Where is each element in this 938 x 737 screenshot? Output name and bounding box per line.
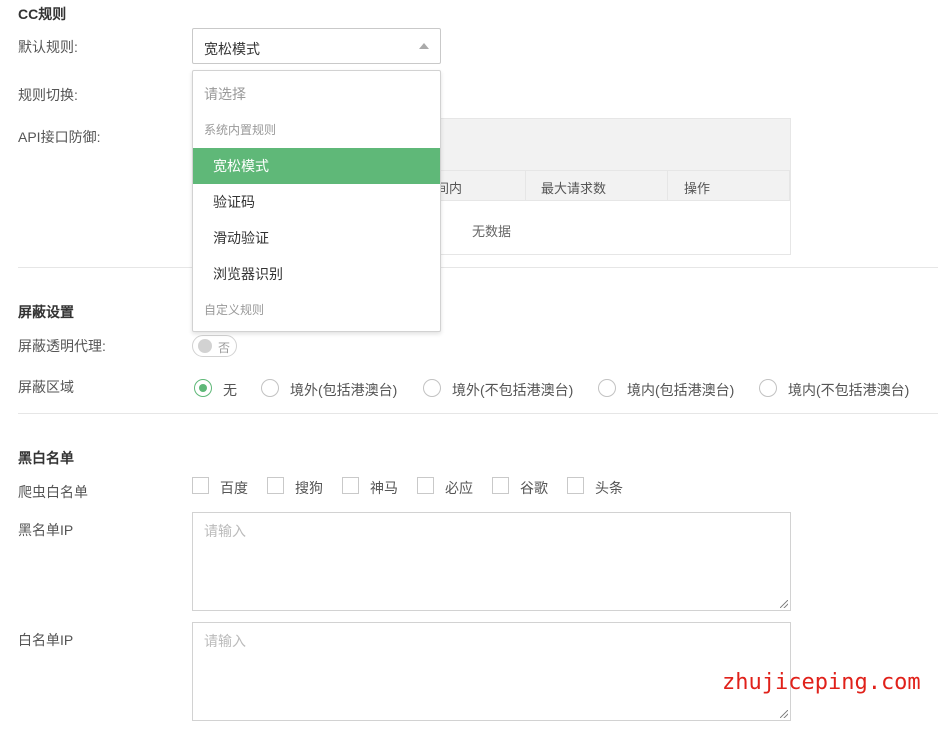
dropdown-option-captcha[interactable]: 验证码 bbox=[193, 184, 440, 220]
radio-label: 无 bbox=[223, 382, 237, 398]
default-rule-value: 宽松模式 bbox=[204, 41, 260, 57]
radio-icon bbox=[261, 379, 279, 397]
dropdown-option-loose[interactable]: 宽松模式 bbox=[193, 148, 440, 184]
radio-label: 境内(包括港澳台) bbox=[627, 382, 735, 398]
crawler-whitelist-label: 爬虫白名单 bbox=[18, 484, 88, 500]
block-proxy-label: 屏蔽透明代理: bbox=[18, 338, 106, 354]
resize-handle-icon[interactable] bbox=[780, 710, 788, 718]
radio-checked-icon bbox=[194, 379, 212, 397]
whitelist-ip-textarea[interactable]: 请输入 bbox=[192, 622, 791, 721]
textarea-placeholder: 请输入 bbox=[204, 633, 246, 649]
rule-switch-label: 规则切换: bbox=[18, 87, 78, 103]
whitelist-ip-label: 白名单IP bbox=[18, 632, 74, 648]
table-header-action: 操作 bbox=[684, 181, 711, 196]
default-rule-select[interactable]: 宽松模式 bbox=[192, 28, 441, 64]
checkbox-icon bbox=[267, 477, 284, 494]
checkbox-label: 必应 bbox=[445, 480, 473, 496]
radio-label: 境内(不包括港澳台) bbox=[788, 382, 910, 398]
dropdown-option-browser[interactable]: 浏览器识别 bbox=[193, 256, 440, 292]
lists-section-title: 黑白名单 bbox=[18, 450, 74, 466]
caret-up-icon bbox=[419, 43, 429, 49]
checkbox-label: 谷歌 bbox=[520, 480, 548, 496]
toggle-text: 否 bbox=[218, 341, 231, 355]
radio-icon bbox=[423, 379, 441, 397]
blacklist-ip-label: 黑名单IP bbox=[18, 522, 74, 538]
checkbox-icon bbox=[492, 477, 509, 494]
block-proxy-toggle[interactable]: 否 bbox=[192, 335, 237, 357]
dropdown-group-custom: 自定义规则 bbox=[204, 303, 265, 317]
table-col-divider bbox=[789, 171, 790, 200]
checkbox-icon bbox=[342, 477, 359, 494]
resize-handle-icon[interactable] bbox=[780, 600, 788, 608]
table-col-divider bbox=[667, 171, 668, 200]
dropdown-group-system: 系统内置规则 bbox=[204, 123, 277, 137]
table-col-divider bbox=[525, 171, 526, 200]
dropdown-option-slider[interactable]: 滑动验证 bbox=[193, 220, 440, 256]
checkbox-icon bbox=[192, 477, 209, 494]
table-header-max-requests: 最大请求数 bbox=[541, 181, 607, 196]
default-rule-label: 默认规则: bbox=[18, 39, 78, 55]
dropdown-placeholder[interactable]: 请选择 bbox=[193, 76, 440, 112]
checkbox-icon bbox=[417, 477, 434, 494]
textarea-placeholder: 请输入 bbox=[204, 523, 246, 539]
radio-icon bbox=[598, 379, 616, 397]
rule-dropdown-menu: 请选择 系统内置规则 宽松模式 验证码 滑动验证 浏览器识别 自定义规则 bbox=[192, 70, 441, 332]
checkbox-label: 百度 bbox=[220, 480, 248, 496]
checkbox-label: 神马 bbox=[370, 480, 398, 496]
section-divider bbox=[18, 413, 938, 414]
watermark-text: zhujiceping.com bbox=[722, 670, 921, 695]
blacklist-ip-textarea[interactable]: 请输入 bbox=[192, 512, 791, 611]
radio-label: 境外(不包括港澳台) bbox=[452, 382, 574, 398]
checkbox-label: 头条 bbox=[595, 480, 623, 496]
api-defense-label: API接口防御: bbox=[18, 129, 101, 145]
radio-label: 境外(包括港澳台) bbox=[290, 382, 398, 398]
table-empty-text: 无数据 bbox=[472, 224, 512, 239]
toggle-knob bbox=[198, 339, 212, 353]
section-divider bbox=[18, 267, 938, 268]
checkbox-label: 搜狗 bbox=[295, 480, 323, 496]
checkbox-icon bbox=[567, 477, 584, 494]
shield-section-title: 屏蔽设置 bbox=[18, 304, 74, 320]
cc-section-title: CC规则 bbox=[18, 6, 67, 22]
block-region-label: 屏蔽区域 bbox=[18, 379, 74, 395]
radio-icon bbox=[759, 379, 777, 397]
